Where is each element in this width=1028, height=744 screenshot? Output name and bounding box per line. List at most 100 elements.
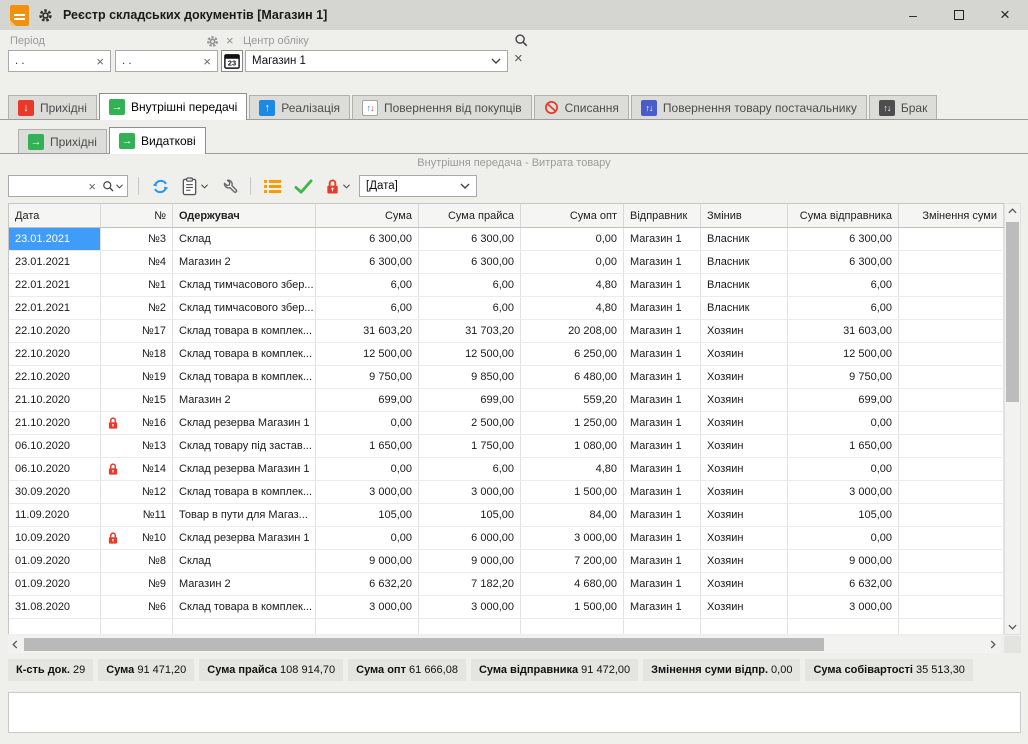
cell-receiver[interactable]: Склад резерва Магазин 1 xyxy=(173,527,316,549)
subtab-vydatkovi[interactable]: → Видаткові xyxy=(109,127,206,154)
table-row[interactable]: 22.10.2020№17Склад товара в комплек...31… xyxy=(9,320,1004,343)
date-to-field[interactable]: × xyxy=(115,50,218,72)
table-row[interactable]: 10.09.2020№10Склад резерва Магазин 10,00… xyxy=(9,527,1004,550)
cell-changed_by[interactable]: Хозяин xyxy=(701,366,788,388)
cell-sum_change[interactable] xyxy=(899,251,1004,273)
horizontal-scrollbar-thumb[interactable] xyxy=(24,638,824,651)
cell-sum_sender[interactable]: 6 632,00 xyxy=(788,573,899,595)
cell-changed_by[interactable]: Хозяин xyxy=(701,389,788,411)
cell-date[interactable]: 10.09.2020 xyxy=(9,527,101,549)
cell-sender[interactable]: Магазин 1 xyxy=(624,297,701,319)
list-view-button[interactable] xyxy=(261,177,284,196)
cell-sum_price[interactable]: 6,00 xyxy=(419,297,521,319)
cell-sender[interactable]: Магазин 1 xyxy=(624,458,701,480)
cell-sum_change[interactable] xyxy=(899,527,1004,549)
cell-date[interactable]: 06.10.2020 xyxy=(9,435,101,457)
cell-sum_change[interactable] xyxy=(899,504,1004,526)
cell-sum_opt[interactable]: 0,00 xyxy=(521,251,624,273)
tab-povernennya-postachalnyku[interactable]: ↑↓ Повернення товару постачальнику xyxy=(631,95,867,119)
cell-sender[interactable]: Магазин 1 xyxy=(624,527,701,549)
scroll-up-icon[interactable] xyxy=(1008,204,1017,218)
cell-sum_change[interactable] xyxy=(899,596,1004,618)
cell-sum_sender[interactable]: 699,00 xyxy=(788,389,899,411)
cell-sender[interactable]: Магазин 1 xyxy=(624,481,701,503)
cell-sum_sender[interactable]: 0,00 xyxy=(788,412,899,434)
cell-sum_change[interactable] xyxy=(899,550,1004,572)
cell-sum_sender[interactable]: 6 300,00 xyxy=(788,228,899,250)
table-row[interactable]: 22.10.2020№19Склад товара в комплек...9 … xyxy=(9,366,1004,389)
cell-sum_sender[interactable]: 0,00 xyxy=(788,458,899,480)
column-header-sum_price[interactable]: Сума прайса xyxy=(419,204,521,227)
search-menu-icon[interactable] xyxy=(102,180,127,193)
cell-sum_sender[interactable]: 6 300,00 xyxy=(788,251,899,273)
cell-sum[interactable]: 6 632,20 xyxy=(316,573,419,595)
cell-receiver[interactable]: Склад товара в комплек... xyxy=(173,343,316,365)
cell-sum_opt[interactable]: 1 500,00 xyxy=(521,481,624,503)
cell-date[interactable]: 01.09.2020 xyxy=(9,550,101,572)
cell-sum_opt[interactable]: 6 480,00 xyxy=(521,366,624,388)
cell-num[interactable]: №4 xyxy=(101,251,173,273)
lock-button[interactable] xyxy=(323,176,352,197)
cell-sum[interactable]: 699,00 xyxy=(316,389,419,411)
cell-sender[interactable]: Магазин 1 xyxy=(624,320,701,342)
cell-sender[interactable]: Магазин 1 xyxy=(624,343,701,365)
confirm-button[interactable] xyxy=(291,176,316,197)
cell-sum_change[interactable] xyxy=(899,481,1004,503)
close-button[interactable]: × xyxy=(982,0,1028,30)
vertical-scrollbar[interactable] xyxy=(1004,203,1021,635)
cell-sum_price[interactable]: 3 000,00 xyxy=(419,481,521,503)
cell-sum_change[interactable] xyxy=(899,228,1004,250)
column-header-sum[interactable]: Сума xyxy=(316,204,419,227)
column-header-sum_change[interactable]: Змінення суми xyxy=(899,204,1004,227)
date-from-clear-icon[interactable]: × xyxy=(90,55,110,68)
column-header-changed_by[interactable]: Змінив xyxy=(701,204,788,227)
cell-sum_change[interactable] xyxy=(899,343,1004,365)
cell-receiver[interactable]: Магазин 2 xyxy=(173,251,316,273)
cell-sum_opt[interactable]: 6 250,00 xyxy=(521,343,624,365)
cell-changed_by[interactable]: Хозяин xyxy=(701,320,788,342)
column-header-date[interactable]: Дата xyxy=(9,204,101,227)
table-row[interactable]: 22.01.2021№2Склад тимчасового збер...6,0… xyxy=(9,297,1004,320)
cell-date[interactable]: 23.01.2021 xyxy=(9,228,101,250)
cell-sum_sender[interactable]: 1 650,00 xyxy=(788,435,899,457)
cell-sum_price[interactable]: 7 182,20 xyxy=(419,573,521,595)
minimize-button[interactable]: – xyxy=(890,0,936,30)
cell-sender[interactable]: Магазин 1 xyxy=(624,389,701,411)
cell-sum[interactable]: 31 603,20 xyxy=(316,320,419,342)
cell-date[interactable]: 21.10.2020 xyxy=(9,389,101,411)
cell-sum_price[interactable]: 3 000,00 xyxy=(419,596,521,618)
table-row[interactable]: 23.01.2021№3Склад6 300,006 300,000,00Маг… xyxy=(9,228,1004,251)
cell-changed_by[interactable]: Хозяин xyxy=(701,596,788,618)
cell-num[interactable]: №9 xyxy=(101,573,173,595)
cell-date[interactable]: 31.08.2020 xyxy=(9,596,101,618)
cell-sum_price[interactable]: 1 750,00 xyxy=(419,435,521,457)
cell-receiver[interactable]: Склад товара в комплек... xyxy=(173,481,316,503)
cell-receiver[interactable]: Склад товару під застав... xyxy=(173,435,316,457)
cell-sum[interactable]: 0,00 xyxy=(316,412,419,434)
cell-receiver[interactable]: Склад товара в комплек... xyxy=(173,596,316,618)
cell-receiver[interactable]: Склад тимчасового збер... xyxy=(173,274,316,296)
cell-num[interactable]: №2 xyxy=(101,297,173,319)
cell-changed_by[interactable]: Хозяин xyxy=(701,504,788,526)
cell-num[interactable]: №16 xyxy=(101,412,173,434)
cell-sum_opt[interactable]: 7 200,00 xyxy=(521,550,624,572)
cell-receiver[interactable]: Магазин 2 xyxy=(173,573,316,595)
cell-sum[interactable]: 105,00 xyxy=(316,504,419,526)
cell-sum_change[interactable] xyxy=(899,573,1004,595)
horizontal-scrollbar[interactable] xyxy=(8,636,1000,653)
cell-date[interactable]: 11.09.2020 xyxy=(9,504,101,526)
cell-receiver[interactable]: Товар в пути для Магаз... xyxy=(173,504,316,526)
column-header-sum_opt[interactable]: Сума опт xyxy=(521,204,624,227)
cell-sum_price[interactable]: 12 500,00 xyxy=(419,343,521,365)
center-clear-icon[interactable]: × xyxy=(514,50,523,67)
cell-sum_sender[interactable]: 9 000,00 xyxy=(788,550,899,572)
maximize-button[interactable] xyxy=(936,0,982,30)
date-from-field[interactable]: × xyxy=(8,50,111,72)
cell-sum_change[interactable] xyxy=(899,458,1004,480)
cell-num[interactable]: №13 xyxy=(101,435,173,457)
cell-sum[interactable]: 3 000,00 xyxy=(316,481,419,503)
cell-sum_price[interactable]: 105,00 xyxy=(419,504,521,526)
cell-num[interactable]: №6 xyxy=(101,596,173,618)
table-row[interactable]: 21.10.2020№15Магазин 2699,00699,00559,20… xyxy=(9,389,1004,412)
cell-date[interactable]: 23.01.2021 xyxy=(9,251,101,273)
